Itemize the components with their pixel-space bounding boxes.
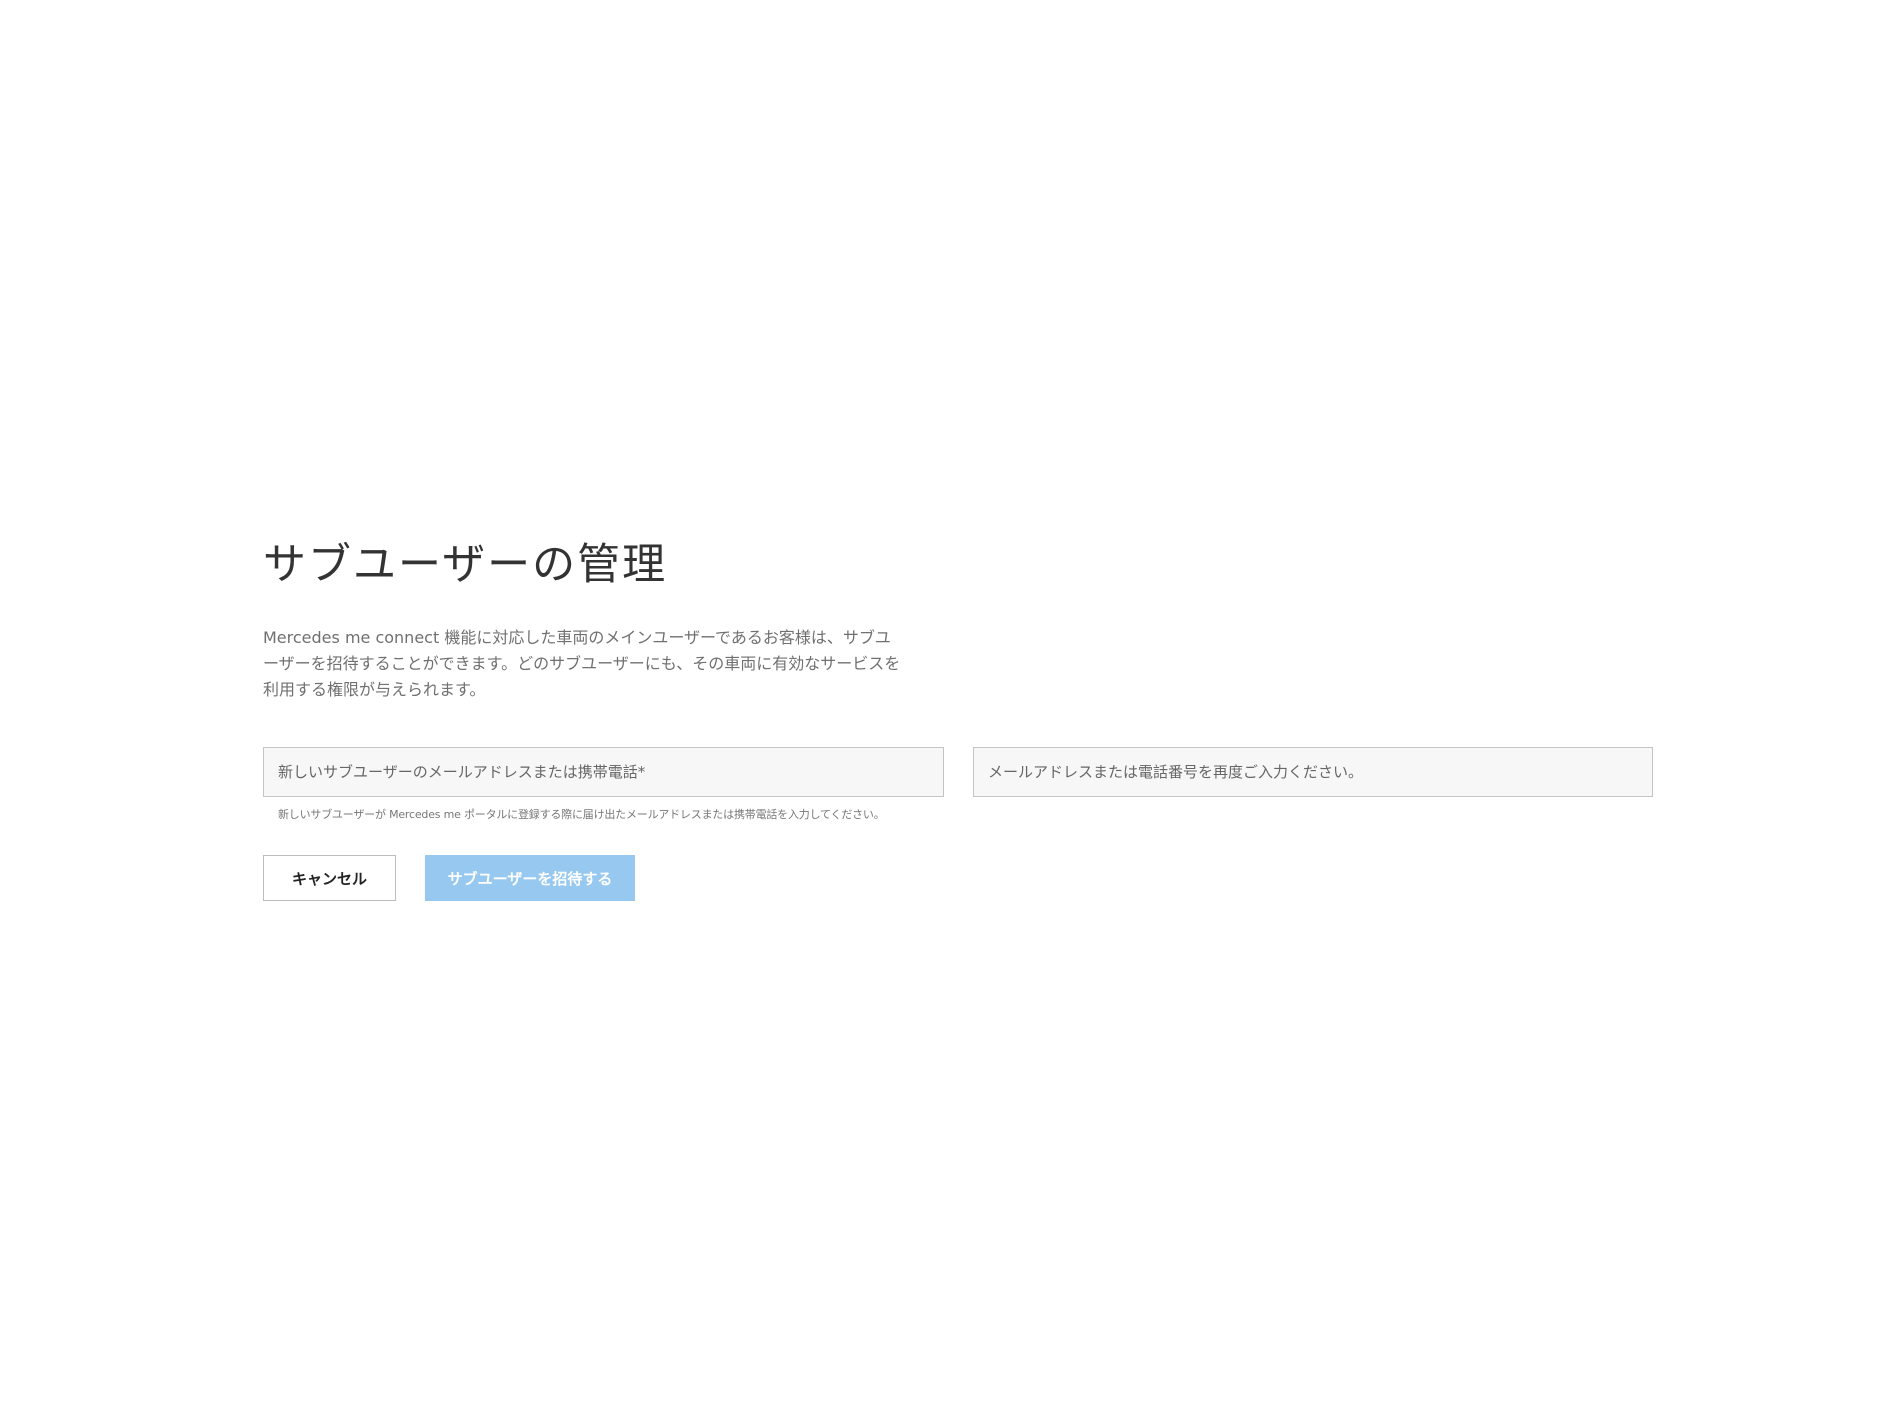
invite-sub-user-button[interactable]: サブユーザーを招待する: [425, 855, 635, 901]
page-title: サブユーザーの管理: [263, 540, 668, 590]
sub-user-email-input[interactable]: [263, 747, 944, 797]
email-hint-text: 新しいサブユーザーが Mercedes me ポータルに登録する際に届け出たメー…: [278, 808, 885, 821]
sub-user-email-confirm-input[interactable]: [973, 747, 1653, 797]
sub-user-management: サブユーザーの管理 Mercedes me connect 機能に対応した車両の…: [263, 535, 1653, 901]
invite-form-fields: [263, 747, 1653, 799]
page-description: Mercedes me connect 機能に対応した車両のメインユーザーである…: [263, 628, 901, 699]
cancel-button[interactable]: キャンセル: [263, 855, 396, 901]
